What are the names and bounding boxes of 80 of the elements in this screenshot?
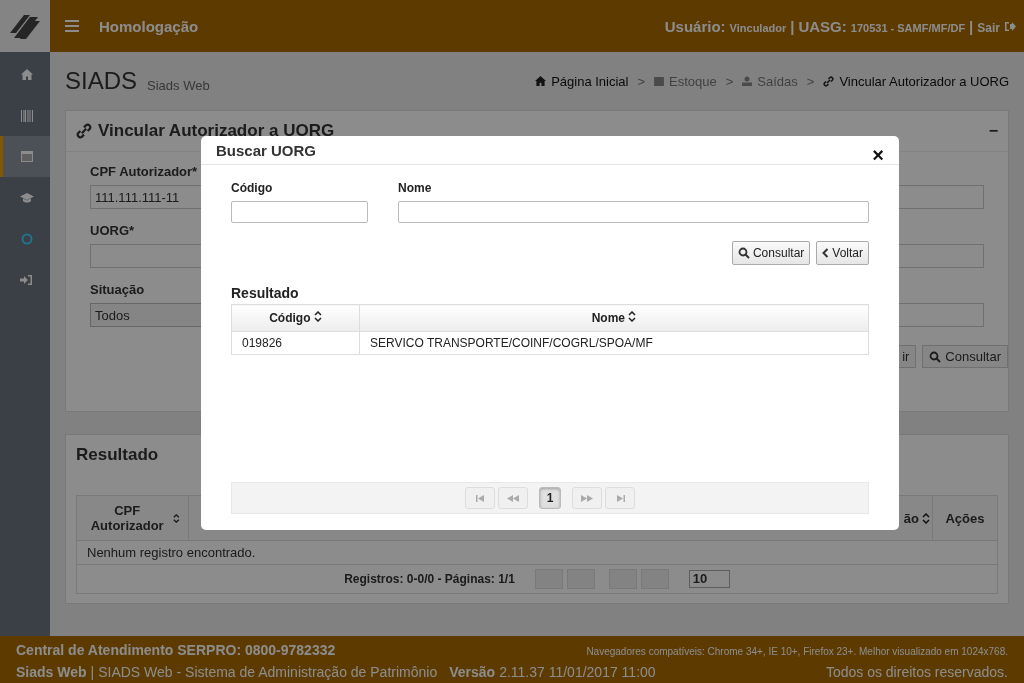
- column-header[interactable]: Nome: [359, 304, 869, 332]
- records-info: Registros: 0-0/0 - Páginas: 1/1: [344, 572, 515, 586]
- field-label: Nome: [398, 181, 432, 195]
- user-label: Usuário:: [664, 17, 726, 35]
- back-button[interactable]: Voltar: [816, 241, 869, 265]
- search-button[interactable]: Consultar: [731, 241, 811, 265]
- browser-note: Navegadores compatíveis: Chrome 34+, IE 10+, Firefox 23+. Melhor visualizado em 1024x768.: [586, 645, 1008, 657]
- last-page-button[interactable]: [605, 487, 635, 509]
- search-button[interactable]: Consultar: [922, 345, 1008, 368]
- first-page-icon: [475, 494, 485, 502]
- search-icon: [929, 350, 942, 363]
- page-button[interactable]: 1: [539, 487, 561, 509]
- column-header[interactable]: Ações: [933, 496, 997, 540]
- column-header[interactable]: Código: [231, 304, 360, 332]
- rights-text: Todos os direitos reservados.: [825, 663, 1008, 680]
- user-name: Vinculador: [729, 21, 787, 34]
- section-title: Resultado: [231, 285, 300, 301]
- collapse-button[interactable]: −: [988, 122, 998, 140]
- table-cell: SERVICO TRANSPORTE/COINF/COGRL/SPOA/MF: [359, 331, 869, 355]
- breadcrumb-link[interactable]: Saídas: [757, 73, 798, 89]
- circle-icon: [20, 232, 33, 245]
- sort-icon: [313, 311, 322, 322]
- table-row[interactable]: 019826 SERVICO TRANSPORTE/COINF/COGRL/SPOA/MF: [231, 331, 869, 355]
- section-title: Resultado: [76, 444, 160, 466]
- home-icon: [20, 69, 33, 80]
- field-label: Situação: [90, 282, 145, 297]
- sidebar-item[interactable]: [0, 136, 50, 177]
- uasg-value: 170531 - SAMF/MF/DF: [850, 21, 966, 34]
- fast-forward-icon: [581, 494, 593, 502]
- app-name: Siads Web: [16, 663, 87, 680]
- page-title: SIADS: [65, 67, 138, 95]
- separator: |: [969, 17, 974, 35]
- breadcrumb-link[interactable]: Página Inicial: [551, 73, 629, 89]
- version-text: 2.11.37 11/01/2017 11:00: [499, 663, 656, 680]
- table-icon: [20, 151, 33, 162]
- breadcrumb-separator: >: [725, 73, 734, 89]
- sign-in-icon: [20, 273, 33, 286]
- modal-title: Buscar UORG: [216, 141, 317, 159]
- first-page-button[interactable]: [465, 487, 495, 509]
- field-label: UORG*: [90, 223, 135, 238]
- column-header[interactable]: CPF Autorizador: [77, 496, 189, 540]
- rewind-icon: [507, 494, 519, 502]
- breadcrumb-link[interactable]: Vincular Autorizador a UORG: [839, 73, 1009, 89]
- version-label: Versão: [449, 663, 496, 680]
- logout-link[interactable]: Sair: [977, 20, 1000, 35]
- menu-icon[interactable]: [65, 20, 79, 32]
- empty-message: Nenhum registro encontrado.: [77, 541, 997, 565]
- close-button[interactable]: ×: [872, 145, 884, 165]
- last-page-icon: [615, 494, 625, 502]
- graduation-cap-icon: [19, 192, 34, 203]
- environment-label: Homologação: [99, 17, 199, 35]
- system-name: SIADS Web - Sistema de Administração de Patrimônio: [98, 663, 438, 680]
- breadcrumb-separator: >: [806, 73, 815, 89]
- separator: |: [790, 17, 795, 35]
- sort-icon: [922, 512, 930, 524]
- previous-page-button[interactable]: [498, 487, 528, 509]
- panel-title: Vincular Autorizador a UORG: [98, 121, 335, 141]
- sort-icon: [173, 512, 180, 524]
- next-page-button[interactable]: [572, 487, 602, 509]
- page-subtitle: Siads Web: [147, 77, 210, 93]
- link-icon: [823, 75, 835, 87]
- table-icon: [654, 76, 665, 86]
- table-cell: 019826: [231, 331, 360, 355]
- barcode-icon: [20, 109, 33, 122]
- link-icon: [76, 123, 92, 139]
- sort-icon: [628, 311, 637, 322]
- breadcrumb-link[interactable]: Estoque: [669, 73, 717, 89]
- input-field[interactable]: [398, 201, 869, 223]
- page-size-select[interactable]: 10: [688, 570, 730, 588]
- separator: |: [90, 663, 95, 680]
- logout-icon[interactable]: [1004, 20, 1016, 32]
- user-icon: [742, 76, 753, 86]
- input-field[interactable]: [231, 201, 368, 223]
- chevron-left-icon: [822, 248, 830, 258]
- field-label: CPF Autorizador*: [90, 164, 198, 179]
- uasg-label: UASG:: [798, 17, 847, 35]
- search-icon: [737, 247, 750, 259]
- home-icon: [535, 76, 547, 86]
- support-text: Central de Atendimento SERPRO: 0800-9782332: [16, 641, 336, 658]
- breadcrumb-separator: >: [637, 73, 646, 89]
